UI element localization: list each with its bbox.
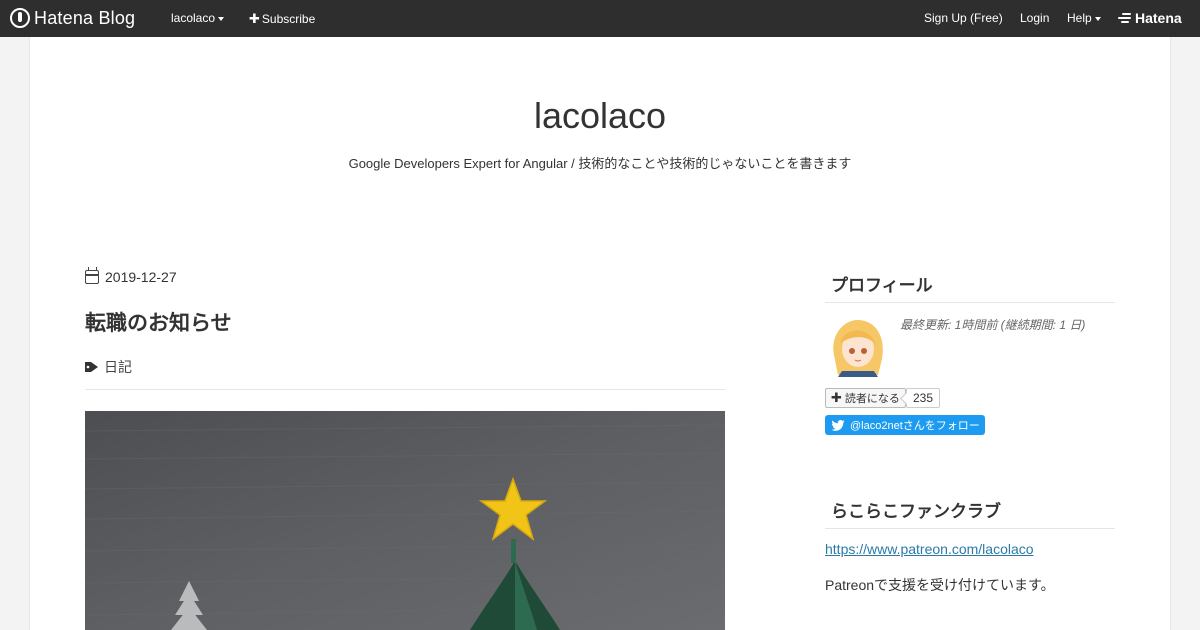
help-label: Help <box>1067 11 1092 25</box>
avatar-illustration <box>826 315 888 377</box>
user-menu-label: lacolaco <box>171 11 216 25</box>
plus-icon: ✚ <box>249 11 260 26</box>
entry-title[interactable]: 転職のお知らせ <box>85 307 232 337</box>
profile-heading: プロフィール <box>825 271 1115 303</box>
reader-count[interactable]: 235 <box>906 388 941 408</box>
entry-photo <box>85 411 725 630</box>
subscribe-button[interactable]: ✚ Subscribe <box>249 11 315 27</box>
tag-icon <box>85 362 98 372</box>
hatena-brand-text: Hatena <box>1135 10 1182 26</box>
calendar-icon <box>85 267 99 284</box>
blog-container: lacolaco Google Developers Expert for An… <box>29 37 1171 630</box>
avatar[interactable] <box>826 315 888 377</box>
caret-down-icon <box>218 16 225 21</box>
signup-link[interactable]: Sign Up (Free) <box>924 11 1003 25</box>
patreon-link[interactable]: https://www.patreon.com/lacolaco <box>825 541 1034 557</box>
subscribe-label: Subscribe <box>261 12 316 26</box>
global-header: Hatena Blog lacolaco ✚ Subscribe Sign Up … <box>0 0 1200 37</box>
hatena-blog-logo[interactable]: Hatena Blog <box>10 7 135 29</box>
hatena-blog-logo-icon <box>10 8 30 28</box>
entry-date-text: 2019-12-27 <box>105 269 177 285</box>
category-label: 日記 <box>104 359 132 375</box>
user-menu[interactable]: lacolaco <box>171 11 225 25</box>
hatena-brand-link[interactable]: Hatena <box>1118 10 1182 26</box>
caret-down-icon <box>1094 16 1101 21</box>
twitter-follow-button[interactable]: @laco2netさんをフォロー <box>825 415 985 435</box>
last-updated: 最終更新: 1時間前 (継続期間: 1 日) <box>900 318 1086 332</box>
help-menu[interactable]: Help <box>1067 11 1101 25</box>
logo-text: Hatena Blog <box>34 7 136 28</box>
plus-icon: ✚ <box>831 390 842 405</box>
login-link[interactable]: Login <box>1020 11 1049 25</box>
divider <box>85 389 725 390</box>
entry-date[interactable]: 2019-12-27 <box>85 267 177 285</box>
blog-title[interactable]: lacolaco <box>30 95 1170 137</box>
entry-category[interactable]: 日記 <box>85 357 132 377</box>
twitter-follow-label: @laco2netさんをフォロー <box>850 420 980 432</box>
christmas-tree-image <box>85 411 725 630</box>
hatena-icon <box>1118 12 1132 24</box>
twitter-bird-icon <box>831 419 845 431</box>
fanclub-text: Patreonで支援を受け付けています。 <box>825 577 1055 593</box>
reader-button-label: 読者になる <box>844 393 900 405</box>
fanclub-heading: らこらこファンクラブ <box>825 497 1115 529</box>
blog-description: Google Developers Expert for Angular / 技… <box>348 156 852 171</box>
subscribe-reader-button[interactable]: ✚ 読者になる <box>825 388 906 408</box>
